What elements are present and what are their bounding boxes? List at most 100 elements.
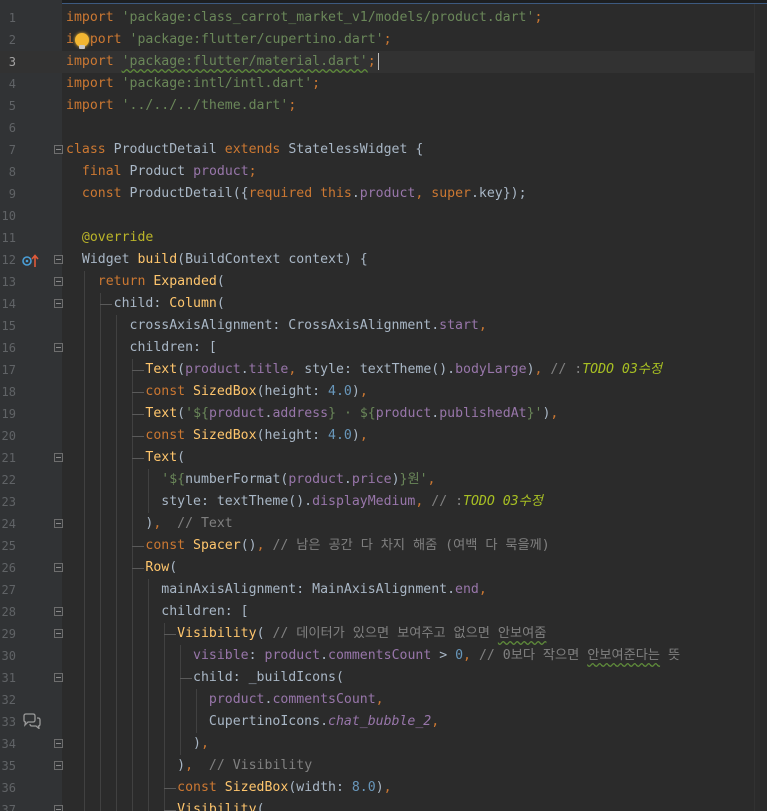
code-text[interactable]: Text(: [66, 447, 185, 469]
code-line[interactable]: 27 mainAxisAlignment: MainAxisAlignment.…: [0, 579, 767, 601]
code-text[interactable]: style: textTheme().displayMedium, // :TO…: [66, 491, 543, 513]
code-text[interactable]: Text('${product.address} · ${product.pub…: [66, 403, 558, 425]
code-text[interactable]: crossAxisAlignment: CrossAxisAlignment.s…: [66, 315, 487, 337]
code-line[interactable]: 34 ),: [0, 733, 767, 755]
code-line[interactable]: 33 CupertinoIcons.chat_bubble_2,: [0, 711, 767, 733]
code-text[interactable]: class ProductDetail extends StatelessWid…: [66, 139, 423, 161]
fold-toggle-icon[interactable]: [54, 145, 63, 154]
code-line[interactable]: 37 Visibility(: [0, 799, 767, 811]
line-number: 7: [8, 143, 16, 157]
code-text[interactable]: ), // Visibility: [66, 755, 312, 777]
code-line[interactable]: 11 @override: [0, 227, 767, 249]
code-line[interactable]: 12 Widget build(BuildContext context) {: [0, 249, 767, 271]
code-text[interactable]: child: _buildIcons(: [66, 667, 344, 689]
code-text[interactable]: const Spacer(), // 남은 공간 다 차지 해줌 (여백 다 묵…: [66, 535, 549, 557]
code-line[interactable]: 9 const ProductDetail({required this.pro…: [0, 183, 767, 205]
code-line[interactable]: 26 Row(: [0, 557, 767, 579]
code-line[interactable]: 23 style: textTheme().displayMedium, // …: [0, 491, 767, 513]
code-line[interactable]: 28 children: [: [0, 601, 767, 623]
code-text[interactable]: import 'package:class_carrot_market_v1/m…: [66, 7, 542, 29]
fold-toggle-icon[interactable]: [54, 739, 63, 748]
code-line[interactable]: 13 return Expanded(: [0, 271, 767, 293]
vertical-scrollbar[interactable]: [754, 4, 767, 811]
code-text[interactable]: const SizedBox(height: 4.0),: [66, 381, 367, 403]
code-line[interactable]: 5 import '../../../theme.dart';: [0, 95, 767, 117]
code-text[interactable]: product.commentsCount,: [66, 689, 384, 711]
code-text[interactable]: const SizedBox(width: 8.0),: [66, 777, 391, 799]
fold-toggle-icon[interactable]: [54, 453, 63, 462]
code-line[interactable]: 3 import 'package:flutter/material.dart';: [0, 51, 767, 73]
code-line[interactable]: 4 import 'package:intl/intl.dart';: [0, 73, 767, 95]
code-text[interactable]: const ProductDetail({required this.produ…: [66, 183, 527, 205]
code-text[interactable]: child: Column(: [66, 293, 225, 315]
code-text[interactable]: final Product product;: [66, 161, 257, 183]
code-token: import: [66, 10, 122, 25]
code-text[interactable]: Row(: [66, 557, 177, 579]
code-line[interactable]: 35 ), // Visibility: [0, 755, 767, 777]
code-text[interactable]: Widget build(BuildContext context) {: [66, 249, 368, 271]
fold-toggle-icon[interactable]: [54, 299, 63, 308]
code-text[interactable]: import 'package:intl/intl.dart';: [66, 73, 320, 95]
code-text[interactable]: i port 'package:flutter/cupertino.dart';: [66, 29, 392, 51]
code-line[interactable]: 18 const SizedBox(height: 4.0),: [0, 381, 767, 403]
code-line[interactable]: 17 Text(product.title, style: textTheme(…: [0, 359, 767, 381]
code-line[interactable]: 31 child: _buildIcons(: [0, 667, 767, 689]
code-token: .: [351, 186, 360, 201]
fold-toggle-icon[interactable]: [54, 343, 63, 352]
code-editor[interactable]: 1 import 'package:class_carrot_market_v1/…: [0, 0, 767, 811]
code-text[interactable]: return Expanded(: [66, 271, 225, 293]
code-line[interactable]: 15 crossAxisAlignment: CrossAxisAlignmen…: [0, 315, 767, 337]
code-line[interactable]: 30 visible: product.commentsCount > 0, /…: [0, 645, 767, 667]
code-text[interactable]: const SizedBox(height: 4.0),: [66, 425, 367, 447]
lightbulb-icon[interactable]: [75, 33, 89, 49]
code-text[interactable]: import '../../../theme.dart';: [66, 95, 296, 117]
fold-toggle-icon[interactable]: [54, 805, 63, 811]
code-text[interactable]: @override: [66, 227, 153, 249]
code-text[interactable]: CupertinoIcons.chat_bubble_2,: [66, 711, 439, 733]
fold-toggle-icon[interactable]: [54, 255, 63, 264]
code-line[interactable]: 1 import 'package:class_carrot_market_v1/…: [0, 7, 767, 29]
code-text[interactable]: '${numberFormat(product.price)}원',: [66, 469, 435, 491]
code-text[interactable]: ), // Text: [66, 513, 232, 535]
code-token: Text: [145, 406, 178, 421]
code-text[interactable]: Visibility( // 데이터가 있으면 보여주고 없으면 안보여줌: [66, 623, 546, 645]
code-line[interactable]: 24 ), // Text: [0, 513, 767, 535]
code-text[interactable]: mainAxisAlignment: MainAxisAlignment.end…: [66, 579, 487, 601]
code-text[interactable]: ),: [66, 733, 209, 755]
code-line[interactable]: 21 Text(: [0, 447, 767, 469]
fold-toggle-icon[interactable]: [54, 629, 63, 638]
code-text[interactable]: children: [: [66, 601, 248, 623]
code-text[interactable]: import 'package:flutter/material.dart';: [66, 51, 376, 73]
code-text[interactable]: visible: product.commentsCount > 0, // 0…: [66, 645, 680, 667]
code-line[interactable]: 6: [0, 117, 767, 139]
code-line[interactable]: 7 class ProductDetail extends StatelessWi…: [0, 139, 767, 161]
code-line[interactable]: 20 const SizedBox(height: 4.0),: [0, 425, 767, 447]
code-line[interactable]: 22 '${numberFormat(product.price)}원',: [0, 469, 767, 491]
code-line[interactable]: 2 i port 'package:flutter/cupertino.dart'…: [0, 29, 767, 51]
code-text[interactable]: Visibility(: [66, 799, 264, 811]
code-line[interactable]: 36 const SizedBox(width: 8.0),: [0, 777, 767, 799]
code-text[interactable]: Text(product.title, style: textTheme().b…: [66, 359, 662, 381]
fold-toggle-icon[interactable]: [54, 519, 63, 528]
comments-icon[interactable]: [22, 713, 42, 729]
override-icon[interactable]: [22, 253, 40, 269]
code-token: Expanded: [153, 274, 217, 289]
fold-toggle-icon[interactable]: [54, 563, 63, 572]
code-line[interactable]: 32 product.commentsCount,: [0, 689, 767, 711]
code-line[interactable]: 10: [0, 205, 767, 227]
fold-toggle-icon[interactable]: [54, 761, 63, 770]
code-line[interactable]: 16 children: [: [0, 337, 767, 359]
code-line[interactable]: 25 const Spacer(), // 남은 공간 다 차지 해줌 (여백 …: [0, 535, 767, 557]
line-number: 16: [1, 341, 16, 355]
code-token: .key});: [470, 186, 527, 201]
code-line[interactable]: 29 Visibility( // 데이터가 있으면 보여주고 없으면 안보여줌: [0, 623, 767, 645]
code-text[interactable]: children: [: [66, 337, 217, 359]
fold-toggle-icon[interactable]: [54, 277, 63, 286]
code-token: }원': [399, 472, 428, 487]
code-line[interactable]: 8 final Product product;: [0, 161, 767, 183]
fold-toggle-icon[interactable]: [54, 607, 63, 616]
fold-toggle-icon[interactable]: [54, 673, 63, 682]
line-number: 36: [1, 781, 16, 795]
code-line[interactable]: 14 child: Column(: [0, 293, 767, 315]
code-line[interactable]: 19 Text('${product.address} · ${product.…: [0, 403, 767, 425]
